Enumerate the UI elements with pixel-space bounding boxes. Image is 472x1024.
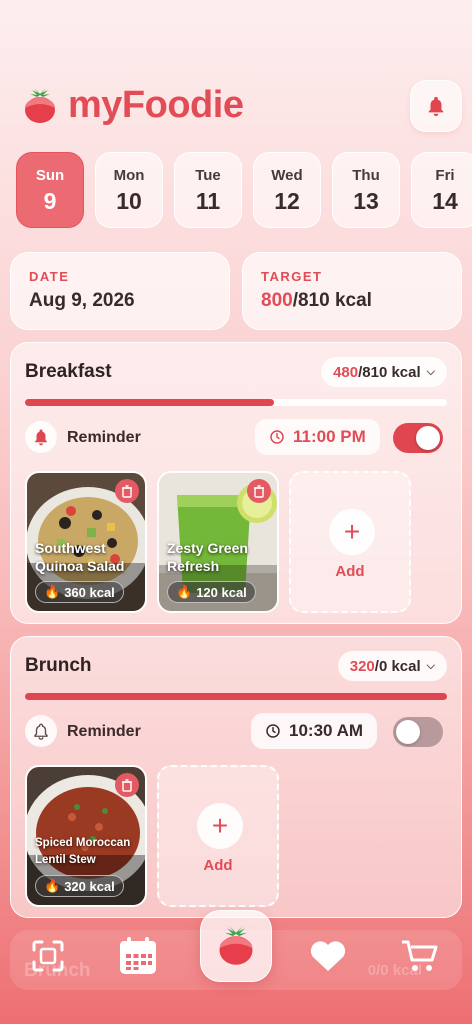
clock-icon	[270, 430, 284, 444]
toggle-knob	[396, 720, 420, 744]
day-thu[interactable]: Thu 13	[332, 152, 400, 228]
scan-icon[interactable]	[26, 934, 70, 978]
plus-icon: +	[197, 803, 243, 849]
day-wed[interactable]: Wed 12	[253, 152, 321, 228]
meal-kcal-dropdown[interactable]: 320/0 kcal ⌵	[337, 651, 447, 681]
meal-kcal-consumed: 320	[349, 657, 375, 675]
app-header: myFoodie	[0, 78, 472, 138]
app-title: myFoodie	[68, 84, 244, 126]
day-name: Wed	[271, 167, 303, 184]
day-selector: Sun 9 Mon 10 Tue 11 Wed 12 Thu 13 Fri 14	[16, 152, 472, 230]
reminder-toggle[interactable]	[393, 717, 443, 747]
date-label: DATE	[29, 269, 70, 284]
target-consumed: 800	[261, 290, 293, 311]
reminder-time-button[interactable]: 11:00 PM	[255, 419, 380, 455]
food-name: Southwest Quinoa Salad	[35, 540, 125, 574]
add-label: Add	[203, 857, 233, 874]
food-kcal-badge: 🔥 320 kcal	[35, 875, 124, 897]
reminder-time-button[interactable]: 10:30 AM	[251, 713, 378, 749]
delete-food-button[interactable]	[247, 479, 271, 503]
day-date: 13	[353, 188, 379, 214]
reminder-label: Reminder	[67, 723, 141, 740]
day-name: Thu	[352, 167, 380, 184]
food-kcal: 360 kcal	[64, 584, 115, 600]
add-food-button[interactable]: + Add	[289, 471, 411, 613]
trash-icon	[122, 484, 132, 498]
reminder-label: Reminder	[67, 429, 141, 446]
meal-kcal-target: /0 kcal	[374, 657, 421, 675]
cart-icon[interactable]	[398, 934, 442, 978]
food-kcal: 120 kcal	[196, 584, 247, 600]
heart-icon[interactable]	[306, 934, 350, 978]
food-card[interactable]: Zesty Green Refresh 🔥 120 kcal	[157, 471, 279, 613]
chevron-down-icon: ⌵	[426, 365, 435, 378]
day-date: 14	[432, 188, 458, 214]
food-kcal: 320 kcal	[64, 878, 115, 894]
day-name: Sun	[35, 167, 65, 184]
meal-card-breakfast: Breakfast 480/810 kcal ⌵ Reminder 11:00 …	[10, 342, 462, 624]
calendar-icon[interactable]	[116, 934, 160, 978]
fire-icon: 🔥	[44, 878, 61, 893]
day-tue[interactable]: Tue 11	[174, 152, 242, 228]
day-date: 11	[195, 188, 221, 214]
bell-icon	[428, 96, 444, 117]
meal-card-brunch: Brunch 320/0 kcal ⌵ Reminder 10:30 AM Sp…	[10, 636, 462, 918]
chevron-down-icon: ⌵	[426, 659, 435, 672]
target-label: TARGET	[261, 269, 323, 284]
delete-food-button[interactable]	[115, 773, 139, 797]
strawberry-icon	[219, 926, 253, 965]
day-name: Fri	[435, 167, 455, 184]
meal-kcal-dropdown[interactable]: 480/810 kcal ⌵	[321, 357, 447, 387]
meal-title: Brunch	[25, 655, 92, 676]
food-card[interactable]: Spiced Moroccan Lentil Stew 🔥 320 kcal	[25, 765, 147, 907]
delete-food-button[interactable]	[115, 479, 139, 503]
clock-icon	[266, 724, 280, 738]
meal-progress-bar	[25, 399, 447, 406]
food-kcal-badge: 🔥 360 kcal	[35, 581, 124, 603]
day-sun[interactable]: Sun 9	[16, 152, 84, 228]
target-value: 800/810 kcal	[261, 290, 443, 312]
day-date: 12	[274, 188, 300, 214]
reminder-time: 10:30 AM	[289, 721, 364, 740]
add-food-button[interactable]: + Add	[157, 765, 279, 907]
day-date: 10	[116, 188, 142, 214]
target-card[interactable]: TARGET 800/810 kcal	[242, 252, 462, 330]
meal-kcal-target: /810 kcal	[358, 363, 421, 381]
day-name: Tue	[195, 167, 221, 184]
bell-icon	[25, 421, 57, 453]
food-kcal-badge: 🔥 120 kcal	[167, 581, 256, 603]
food-name: Spiced Moroccan Lentil Stew	[35, 837, 131, 866]
meal-kcal-consumed: 480	[333, 363, 359, 381]
date-card[interactable]: DATE Aug 9, 2026	[10, 252, 230, 330]
reminder-toggle[interactable]	[393, 423, 443, 453]
reminder-time: 11:00 PM	[293, 427, 366, 446]
trash-icon	[254, 484, 264, 498]
fire-icon: 🔥	[44, 584, 61, 599]
trash-icon	[122, 778, 132, 792]
plus-icon: +	[329, 509, 375, 555]
meal-title: Breakfast	[25, 361, 112, 382]
bell-outline-icon	[25, 715, 57, 747]
add-label: Add	[335, 563, 365, 580]
home-button[interactable]	[200, 910, 272, 982]
meal-progress-fill	[25, 693, 447, 700]
notifications-button[interactable]	[410, 80, 462, 132]
date-value: Aug 9, 2026	[29, 290, 135, 311]
meal-progress-bar	[25, 693, 447, 700]
meal-progress-fill	[25, 399, 274, 406]
target-total: /810 kcal	[292, 290, 372, 311]
day-fri[interactable]: Fri 14	[411, 152, 472, 228]
fire-icon: 🔥	[176, 584, 193, 599]
day-name: Mon	[113, 167, 145, 184]
strawberry-logo-icon	[22, 86, 58, 126]
food-card[interactable]: Southwest Quinoa Salad 🔥 360 kcal	[25, 471, 147, 613]
bottom-navigation: Brunch 0/0 kcal	[0, 910, 472, 1024]
toggle-knob	[416, 426, 440, 450]
day-mon[interactable]: Mon 10	[95, 152, 163, 228]
food-name: Zesty Green Refresh	[167, 540, 248, 574]
day-date: 9	[43, 188, 57, 214]
